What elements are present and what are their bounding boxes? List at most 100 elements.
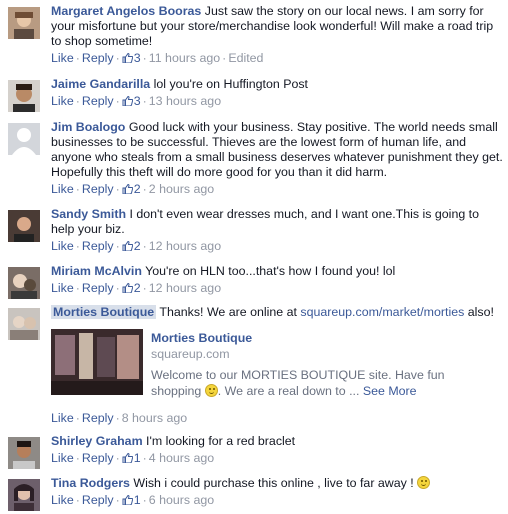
comment-author[interactable]: Morties Boutique: [51, 305, 157, 319]
reply-link[interactable]: Reply: [82, 239, 114, 253]
link-preview-image[interactable]: [51, 329, 143, 395]
comment-actions: Like · Reply · 2 · 12 hours ago: [51, 281, 504, 296]
reply-link[interactable]: Reply: [82, 94, 114, 108]
separator: ·: [75, 51, 80, 65]
smiley-icon: [204, 384, 218, 397]
separator: ·: [115, 493, 120, 507]
comment-actions: Like · Reply · 8 hours ago: [51, 411, 187, 426]
avatar[interactable]: [8, 210, 40, 242]
link-preview-domain: squareup.com: [151, 347, 230, 361]
like-link[interactable]: Like: [51, 281, 74, 295]
thumbs-up-icon: [122, 241, 133, 251]
like-count[interactable]: 1: [122, 451, 141, 465]
separator: ·: [115, 182, 120, 196]
separator: ·: [75, 281, 80, 295]
comment-author[interactable]: Jim Boalogo: [51, 120, 125, 134]
separator: ·: [142, 239, 147, 253]
thumbs-up-icon: [122, 453, 133, 463]
comment-author[interactable]: Miriam McAlvin: [51, 264, 142, 278]
separator: ·: [115, 281, 120, 295]
like-count[interactable]: 2: [122, 281, 141, 295]
comment-timestamp[interactable]: 12 hours ago: [149, 281, 221, 295]
comment-actions: Like · Reply · 2 · 2 hours ago: [51, 182, 504, 197]
comment-actions: Like · Reply · 2 · 12 hours ago: [51, 239, 504, 254]
smiley-icon: [417, 476, 431, 489]
comment-text: lol you're on Huffington Post: [153, 77, 309, 91]
separator: ·: [142, 51, 147, 65]
separator: ·: [115, 51, 120, 65]
comment-text-after: also!: [464, 305, 494, 319]
like-link[interactable]: Like: [51, 94, 74, 108]
thumbs-up-icon: [122, 283, 133, 293]
separator: ·: [75, 182, 80, 196]
comment-author[interactable]: Shirley Graham: [51, 434, 143, 448]
separator: ·: [142, 94, 147, 108]
like-link[interactable]: Like: [51, 182, 74, 196]
separator: ·: [115, 239, 120, 253]
thumbs-up-icon: [122, 96, 133, 106]
comment-timestamp[interactable]: 8 hours ago: [122, 411, 187, 425]
separator: ·: [75, 239, 80, 253]
separator: ·: [142, 182, 147, 196]
avatar[interactable]: [8, 479, 40, 511]
comment-text: Thanks! We are online at: [159, 305, 301, 319]
link-preview-description: Welcome to our MORTIES BOUTIQUE site. Ha…: [151, 367, 491, 399]
comment-text: You're on HLN too...that's how I found y…: [145, 264, 396, 278]
reply-link[interactable]: Reply: [82, 451, 114, 465]
reply-link[interactable]: Reply: [82, 493, 114, 507]
like-link[interactable]: Like: [51, 493, 74, 507]
comment-timestamp[interactable]: 2 hours ago: [149, 182, 214, 196]
separator: ·: [75, 493, 80, 507]
comment-timestamp[interactable]: 11 hours ago: [149, 51, 220, 65]
link-preview[interactable]: Morties Boutique squareup.com Welcome to…: [51, 329, 491, 399]
reply-link[interactable]: Reply: [82, 281, 114, 295]
comment-timestamp[interactable]: 6 hours ago: [149, 493, 214, 507]
reply-link[interactable]: Reply: [82, 51, 114, 65]
avatar[interactable]: [8, 7, 40, 39]
separator: ·: [75, 411, 80, 425]
thumbs-up-icon: [122, 53, 133, 63]
edited-label[interactable]: Edited: [228, 51, 263, 65]
comment-author[interactable]: Sandy Smith: [51, 207, 126, 221]
comment-timestamp[interactable]: 13 hours ago: [149, 94, 221, 108]
thumbs-up-icon: [122, 184, 133, 194]
thumbs-up-icon: [122, 495, 133, 505]
separator: ·: [115, 94, 120, 108]
comment-actions: Like · Reply · 3 · 11 hours ago · Edited: [51, 51, 504, 66]
like-link[interactable]: Like: [51, 451, 74, 465]
like-count[interactable]: 3: [122, 51, 141, 65]
like-count[interactable]: 2: [122, 182, 141, 196]
like-count[interactable]: 2: [122, 239, 141, 253]
avatar[interactable]: [8, 267, 40, 299]
separator: ·: [142, 451, 147, 465]
comment-actions: Like · Reply · 1 · 4 hours ago: [51, 451, 504, 466]
avatar[interactable]: [8, 80, 40, 112]
like-count[interactable]: 3: [122, 94, 141, 108]
avatar[interactable]: [8, 437, 40, 469]
like-count[interactable]: 1: [122, 493, 141, 507]
separator: ·: [142, 493, 147, 507]
reply-link[interactable]: Reply: [82, 411, 114, 425]
comment-text: I'm looking for a red braclet: [146, 434, 296, 448]
separator: ·: [75, 94, 80, 108]
like-link[interactable]: Like: [51, 411, 74, 425]
see-more-link[interactable]: See More: [363, 384, 417, 398]
separator: ·: [115, 451, 120, 465]
like-link[interactable]: Like: [51, 51, 74, 65]
comment-link[interactable]: squareup.com/market/morties: [300, 305, 464, 319]
reply-link[interactable]: Reply: [82, 182, 114, 196]
avatar[interactable]: [8, 308, 40, 340]
comment-actions: Like · Reply · 3 · 13 hours ago: [51, 94, 504, 109]
comment-author[interactable]: Tina Rodgers: [51, 476, 130, 490]
like-link[interactable]: Like: [51, 239, 74, 253]
link-preview-title[interactable]: Morties Boutique: [151, 331, 252, 346]
comment-author[interactable]: Jaime Gandarilla: [51, 77, 150, 91]
avatar[interactable]: [8, 123, 40, 155]
separator: ·: [142, 281, 147, 295]
comment-text: Wish i could purchase this online , live…: [133, 476, 418, 490]
comment-timestamp[interactable]: 4 hours ago: [149, 451, 214, 465]
comment-author[interactable]: Margaret Angelos Booras: [51, 4, 201, 18]
link-preview-description-text: . We are a real down to ...: [217, 384, 360, 398]
comment-timestamp[interactable]: 12 hours ago: [149, 239, 221, 253]
separator: ·: [115, 411, 120, 425]
